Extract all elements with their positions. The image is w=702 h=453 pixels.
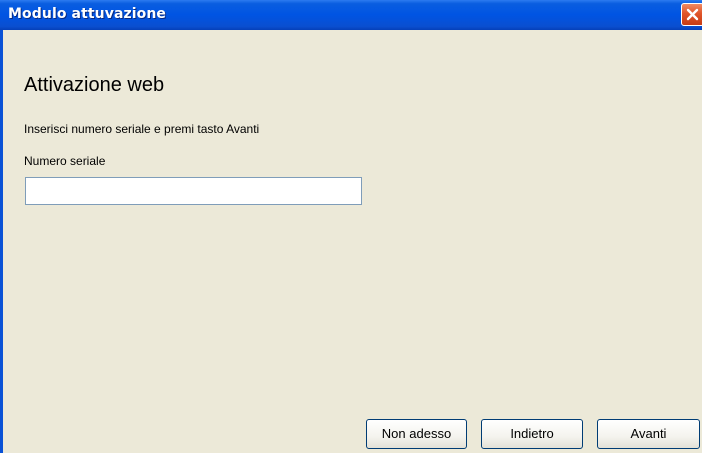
back-button[interactable]: Indietro xyxy=(481,419,583,449)
instructions-text: Inserisci numero seriale e premi tasto A… xyxy=(24,122,260,136)
next-button[interactable]: Avanti xyxy=(597,419,700,449)
serial-number-label: Numero seriale xyxy=(24,154,106,168)
window-title: Modulo attuvazione xyxy=(8,6,167,22)
close-button[interactable] xyxy=(681,3,702,26)
page-heading: Attivazione web xyxy=(24,74,165,96)
window-border xyxy=(0,30,3,453)
close-icon xyxy=(686,8,699,21)
not-now-button[interactable]: Non adesso xyxy=(366,419,467,449)
title-bar[interactable]: Modulo attuvazione xyxy=(0,0,702,30)
activation-window: Modulo attuvazione Attivazione web Inser… xyxy=(0,0,702,453)
serial-number-input[interactable] xyxy=(25,177,362,205)
